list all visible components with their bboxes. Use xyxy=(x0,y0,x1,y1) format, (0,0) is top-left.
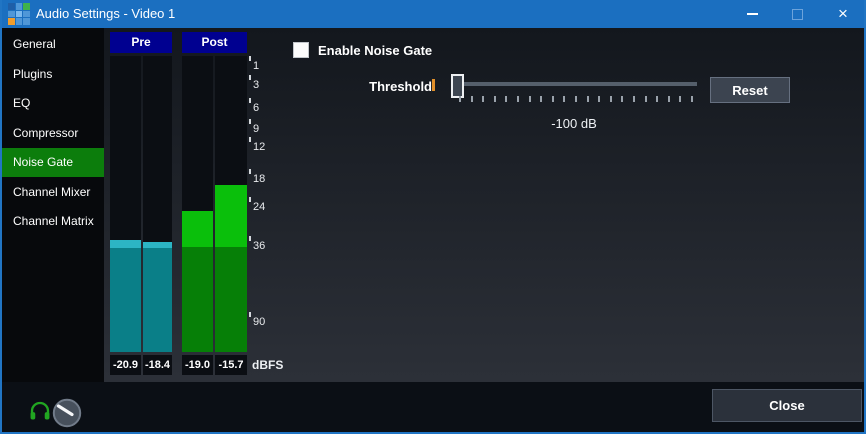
scale-tick xyxy=(249,56,251,61)
scale-label: 1 xyxy=(253,60,259,72)
slider-tick xyxy=(459,96,461,102)
meter-bar-body xyxy=(182,247,213,352)
scale-tick xyxy=(249,119,251,124)
orange-marker xyxy=(432,79,435,91)
sidebar-item-plugins[interactable]: Plugins xyxy=(2,60,104,89)
scale-label: 36 xyxy=(253,240,265,252)
meter-bar-body xyxy=(215,247,247,352)
sidebar-item-noise-gate[interactable]: Noise Gate xyxy=(2,148,104,177)
slider-tick xyxy=(621,96,623,102)
slider-tick xyxy=(494,96,496,102)
slider-tick xyxy=(679,96,681,102)
meter-value: -20.9 xyxy=(110,355,141,375)
slider-tick xyxy=(668,96,670,102)
scale-label: 18 xyxy=(253,173,265,185)
post-meter-header: Post xyxy=(182,32,247,53)
threshold-slider-track[interactable] xyxy=(454,82,697,86)
maximize-icon xyxy=(792,9,803,20)
scale-label: 12 xyxy=(253,141,265,153)
slider-tick xyxy=(471,96,473,102)
settings-sidebar: GeneralPluginsEQCompressorNoise GateChan… xyxy=(2,28,104,382)
scale-label: 24 xyxy=(253,201,265,213)
close-window-button[interactable]: × xyxy=(820,0,866,28)
scale-label: 6 xyxy=(253,102,259,114)
slider-tick xyxy=(529,96,531,102)
scale-label: 3 xyxy=(253,79,259,91)
audio-settings-window: Audio Settings - Video 1 × GeneralPlugin… xyxy=(0,0,866,434)
slider-tick xyxy=(575,96,577,102)
slider-tick xyxy=(645,96,647,102)
minimize-icon xyxy=(747,13,758,15)
slider-tick xyxy=(610,96,612,102)
slider-tick xyxy=(540,96,542,102)
meter-bar-peak xyxy=(215,185,247,247)
minimize-button[interactable] xyxy=(729,0,775,28)
scale-tick xyxy=(249,236,251,241)
enable-noise-gate-checkbox[interactable] xyxy=(293,42,309,58)
threshold-slider-thumb[interactable] xyxy=(451,74,464,98)
meter-bar-peak xyxy=(182,211,213,247)
sidebar-item-channel-matrix[interactable]: Channel Matrix xyxy=(2,207,104,236)
meter-unit-label: dBFS xyxy=(252,355,283,375)
scale-tick xyxy=(249,98,251,103)
scale-label: 9 xyxy=(253,123,259,135)
slider-tick xyxy=(482,96,484,102)
pre-meter-header: Pre xyxy=(110,32,172,53)
slider-tick xyxy=(598,96,600,102)
scale-tick xyxy=(249,75,251,80)
vmix-logo-icon xyxy=(8,3,30,25)
meter-bar-peak xyxy=(110,240,141,248)
slider-tick xyxy=(656,96,658,102)
close-icon: × xyxy=(838,0,848,28)
window-title: Audio Settings - Video 1 xyxy=(36,0,175,28)
sidebar-item-eq[interactable]: EQ xyxy=(2,89,104,118)
slider-tick xyxy=(517,96,519,102)
scale-tick xyxy=(249,169,251,174)
sidebar-item-general[interactable]: General xyxy=(2,30,104,59)
meter-value: -18.4 xyxy=(143,355,172,375)
sidebar-item-compressor[interactable]: Compressor xyxy=(2,119,104,148)
threshold-label: Threshold xyxy=(332,79,432,94)
volume-knob[interactable] xyxy=(52,398,82,428)
meter-bar-body xyxy=(110,248,141,352)
slider-tick xyxy=(587,96,589,102)
scale-label: 90 xyxy=(253,316,265,328)
headphones-icon[interactable] xyxy=(29,401,51,421)
scale-tick xyxy=(249,137,251,142)
slider-tick xyxy=(505,96,507,102)
slider-tick xyxy=(691,96,693,102)
scale-tick xyxy=(249,197,251,202)
slider-tick xyxy=(552,96,554,102)
slider-tick xyxy=(563,96,565,102)
threshold-value: -100 dB xyxy=(464,116,684,131)
enable-noise-gate-label: Enable Noise Gate xyxy=(318,43,432,58)
maximize-button[interactable] xyxy=(775,0,820,28)
meter-value: -19.0 xyxy=(182,355,213,375)
scale-tick xyxy=(249,312,251,317)
meter-value: -15.7 xyxy=(215,355,247,375)
title-bar: Audio Settings - Video 1 × xyxy=(2,0,864,28)
slider-tick xyxy=(633,96,635,102)
sidebar-item-channel-mixer[interactable]: Channel Mixer xyxy=(2,178,104,207)
meter-bar-body xyxy=(143,248,172,352)
close-button[interactable]: Close xyxy=(712,389,862,422)
reset-button[interactable]: Reset xyxy=(710,77,790,103)
